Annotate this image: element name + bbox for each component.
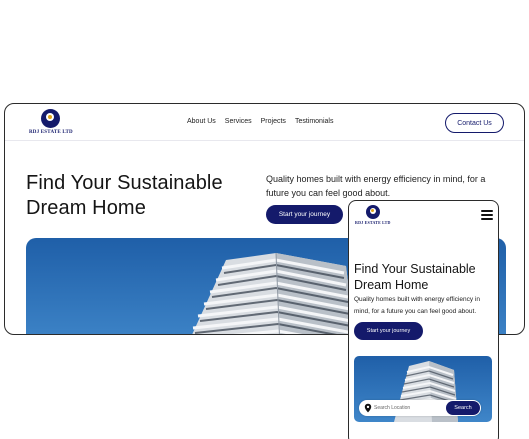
hamburger-icon[interactable]: [481, 210, 493, 220]
nav-links: About Us Services Projects Testimonials: [187, 118, 333, 125]
hero-title: Find Your Sustainable Dream Home: [26, 171, 223, 221]
nav-link-services[interactable]: Services: [225, 118, 252, 125]
logo-text: RDJ ESTATE LTD: [29, 130, 73, 135]
hero-subtitle: Quality homes built with energy efficien…: [266, 174, 486, 198]
mobile-hero-title: Find Your Sustainable Dream Home: [354, 262, 476, 293]
nav-link-about[interactable]: About Us: [187, 118, 216, 125]
mobile-hero-title-line2: Dream Home: [354, 277, 429, 292]
mobile-start-journey-button[interactable]: Start your journey: [354, 322, 423, 340]
location-search-bar: Search: [359, 400, 481, 416]
mobile-mockup: RDJ ESTATE LTD Find Your Sustainable Dre…: [348, 200, 499, 439]
logo-mark-icon: [41, 109, 61, 128]
logo-mark-icon: [365, 205, 380, 219]
nav-link-projects[interactable]: Projects: [261, 118, 286, 125]
hero-title-line2: Dream Home: [26, 197, 146, 219]
mobile-hero-title-line1: Find Your Sustainable: [354, 262, 476, 276]
nav-link-testimonials[interactable]: Testimonials: [295, 118, 334, 125]
location-pin-icon: [364, 403, 372, 413]
logo-text: RDJ ESTATE LTD: [355, 220, 391, 225]
start-journey-button[interactable]: Start your journey: [266, 205, 343, 224]
location-search-input[interactable]: [374, 405, 446, 411]
brand-logo[interactable]: RDJ ESTATE LTD: [29, 109, 73, 135]
mobile-brand-logo[interactable]: RDJ ESTATE LTD: [355, 205, 391, 225]
mobile-hero-subtitle: Quality homes built with energy efficien…: [354, 296, 480, 315]
hero-title-line1: Find Your Sustainable: [26, 172, 223, 194]
contact-us-button[interactable]: Contact Us: [445, 113, 504, 133]
desktop-navbar: RDJ ESTATE LTD About Us Services Project…: [5, 104, 524, 141]
search-button[interactable]: Search: [446, 401, 480, 415]
